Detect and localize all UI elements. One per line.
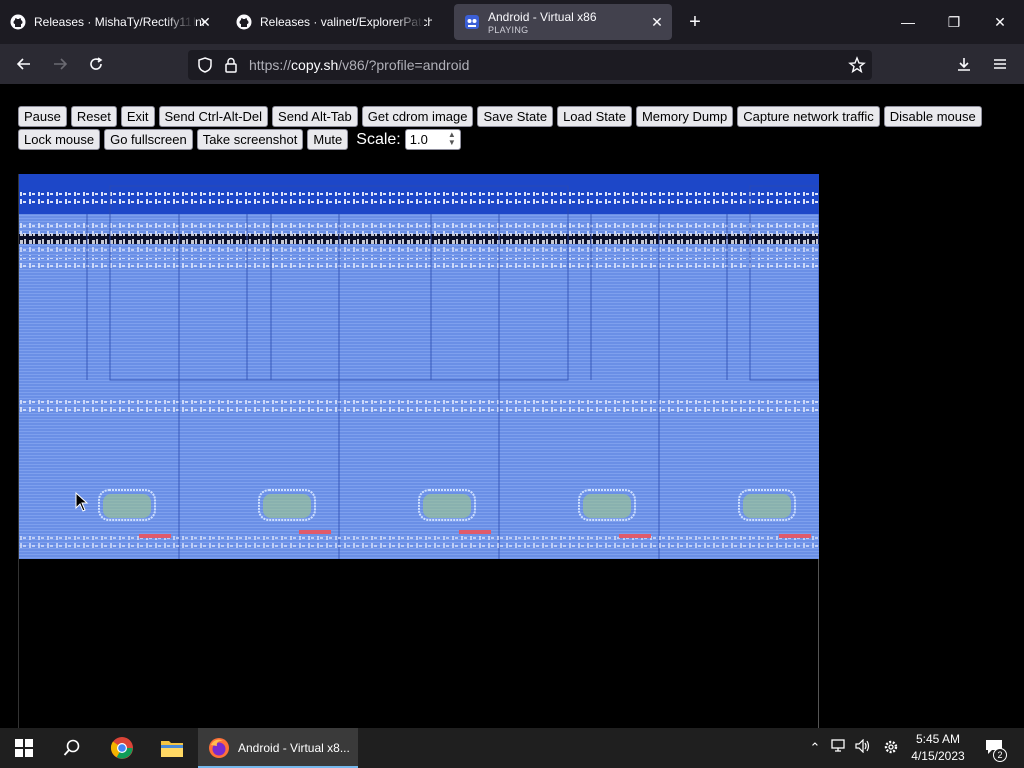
- search-icon[interactable]: [48, 728, 96, 768]
- shield-icon[interactable]: [196, 56, 214, 74]
- v86-page: Pause Reset Exit Send Ctrl-Alt-Del Send Alt-…: [0, 84, 1024, 728]
- windows-taskbar: Android - Virtual x8... ⌃ 5:45 AM 4/15/2…: [0, 728, 1024, 768]
- chevron-up-icon[interactable]: ⌃: [806, 739, 824, 757]
- taskbar-firefox-android[interactable]: Android - Virtual x8...: [198, 728, 358, 768]
- reset-button[interactable]: Reset: [70, 106, 117, 127]
- load-state-button[interactable]: Load State: [557, 106, 632, 127]
- github-icon: [236, 14, 252, 30]
- scale-label: Scale:: [356, 130, 401, 148]
- navigation-bar: https://copy.sh/v86/?profile=android: [0, 44, 1024, 84]
- v86-icon: [465, 15, 479, 29]
- notification-count-badge: 2: [993, 748, 1007, 762]
- volume-icon[interactable]: [854, 738, 872, 757]
- settings-gear-icon[interactable]: [882, 739, 900, 757]
- forward-arrow-icon: [48, 52, 72, 76]
- close-tab-icon[interactable]: ✕: [196, 13, 214, 31]
- emulator-controls-row-1: Pause Reset Exit Send Ctrl-Alt-Del Send Alt-…: [18, 106, 982, 127]
- file-explorer-icon[interactable]: [148, 728, 196, 768]
- exit-button[interactable]: Exit: [120, 106, 155, 127]
- back-arrow-icon[interactable]: [12, 52, 36, 76]
- reload-icon[interactable]: [84, 52, 108, 76]
- memory-dump-button[interactable]: Memory Dump: [635, 106, 734, 127]
- pause-button[interactable]: Pause: [18, 106, 67, 127]
- scale-input[interactable]: 1.0 ▲ ▼: [404, 129, 461, 150]
- spinner-arrows-icon[interactable]: ▲ ▼: [448, 131, 456, 147]
- address-bar[interactable]: https://copy.sh/v86/?profile=android: [188, 50, 872, 80]
- close-tab-icon[interactable]: ✕: [648, 13, 666, 31]
- system-clock[interactable]: 5:45 AM 4/15/2023: [906, 731, 970, 765]
- lock-icon[interactable]: [222, 56, 240, 74]
- windows-start-icon[interactable]: [0, 728, 48, 768]
- capture-network-traffic-button[interactable]: Capture network traffic: [737, 106, 880, 127]
- clock-time: 5:45 AM: [915, 732, 961, 746]
- network-icon[interactable]: [830, 739, 848, 757]
- lock-mouse-button[interactable]: Lock mouse: [18, 129, 101, 150]
- mouse-cursor-icon: [75, 492, 89, 512]
- new-tab-button[interactable]: +: [684, 11, 706, 33]
- firefox-icon: [209, 738, 229, 758]
- go-fullscreen-button[interactable]: Go fullscreen: [104, 129, 193, 150]
- vm-screen[interactable]: [18, 174, 819, 728]
- get-cdrom-image-button[interactable]: Get cdrom image: [361, 106, 474, 127]
- android-boot-display[interactable]: [19, 174, 819, 559]
- tab-title: Android - Virtual x86: [488, 9, 597, 24]
- url-text[interactable]: https://copy.sh/v86/?profile=android: [249, 57, 469, 73]
- hamburger-menu-icon[interactable]: [988, 52, 1012, 76]
- send-alt-tab-button[interactable]: Send Alt-Tab: [272, 106, 358, 127]
- mute-button[interactable]: Mute: [307, 129, 349, 150]
- clock-date: 4/15/2023: [911, 749, 965, 763]
- take-screenshot-button[interactable]: Take screenshot: [196, 129, 304, 150]
- emulator-controls-row-2: Lock mouse Go fullscreen Take screenshot Mu…: [18, 129, 461, 150]
- download-icon[interactable]: [952, 52, 976, 76]
- save-state-button[interactable]: Save State: [477, 106, 554, 127]
- bookmark-star-icon[interactable]: [848, 56, 866, 74]
- send-ctrl-alt-del-button[interactable]: Send Ctrl-Alt-Del: [158, 106, 269, 127]
- disable-mouse-button[interactable]: Disable mouse: [883, 106, 982, 127]
- tab-playing-label: PLAYING: [488, 24, 529, 35]
- restore-icon[interactable]: ❐: [942, 10, 966, 34]
- minimize-icon[interactable]: —: [896, 10, 920, 34]
- tab-rectify11[interactable]: Releases · MishaTy/Rectify11Ins ✕: [0, 4, 220, 40]
- tab-android-virtual[interactable]: Android - Virtual x86 PLAYING ✕: [454, 4, 672, 40]
- taskbar-window-title: Android - Virtual x8...: [238, 741, 350, 755]
- tab-explorerpatcher[interactable]: Releases · valinet/ExplorerPatch: [226, 4, 450, 40]
- github-icon: [10, 14, 26, 30]
- chrome-icon[interactable]: [98, 728, 146, 768]
- close-window-icon[interactable]: ✕: [988, 10, 1012, 34]
- tab-strip: Releases · MishaTy/Rectify11Ins ✕ Releas…: [0, 0, 1024, 44]
